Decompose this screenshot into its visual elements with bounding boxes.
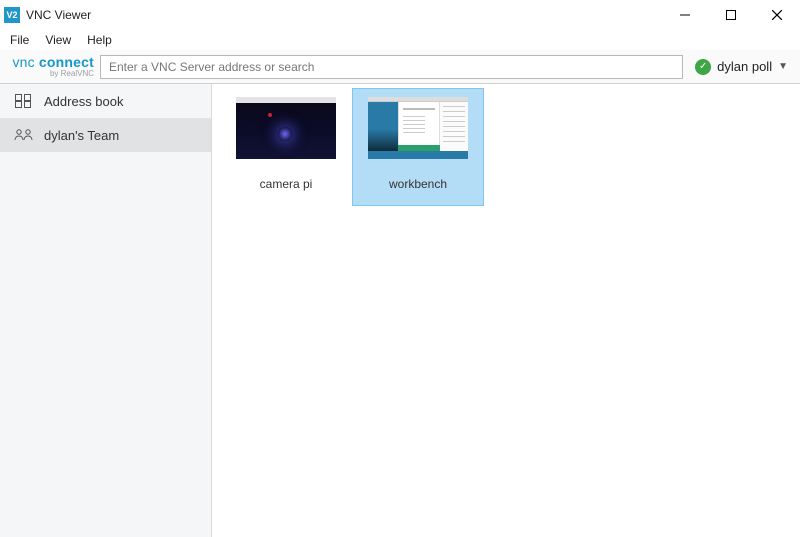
sidebar: Address book dylan's Team — [0, 84, 212, 537]
logo-word: connect — [39, 54, 94, 70]
connection-label: workbench — [389, 177, 447, 191]
sidebar-item-label: dylan's Team — [44, 128, 119, 143]
connection-tile-workbench[interactable]: workbench — [352, 88, 484, 206]
sidebar-item-label: Address book — [44, 94, 124, 109]
chevron-down-icon: ▼ — [778, 61, 788, 72]
maximize-button[interactable] — [708, 0, 754, 30]
brand-logo: vnc connect by RealVNC — [0, 55, 100, 78]
search-input[interactable]: Enter a VNC Server address or search — [100, 55, 683, 79]
user-menu[interactable]: ✓ dylan poll ▼ — [683, 55, 794, 79]
menu-file[interactable]: File — [2, 31, 37, 49]
menu-view[interactable]: View — [37, 31, 79, 49]
search-placeholder: Enter a VNC Server address or search — [109, 60, 314, 74]
titlebar: V2 VNC Viewer — [0, 0, 800, 30]
logo-prefix: vnc — [12, 54, 34, 70]
connection-tile-camera-pi[interactable]: camera pi — [220, 88, 352, 206]
app-icon: V2 — [4, 7, 20, 23]
team-icon — [14, 129, 34, 141]
menubar: File View Help — [0, 30, 800, 50]
close-button[interactable] — [754, 0, 800, 30]
address-book-icon — [14, 94, 34, 108]
connection-label: camera pi — [260, 177, 313, 191]
body: Address book dylan's Team camera pi work… — [0, 84, 800, 537]
toolbar: vnc connect by RealVNC Enter a VNC Serve… — [0, 50, 800, 84]
connection-thumbnail — [368, 97, 468, 159]
user-name-label: dylan poll — [717, 59, 772, 74]
sidebar-item-address-book[interactable]: Address book — [0, 84, 211, 118]
main-panel: camera pi workbench — [212, 84, 800, 537]
window-title: VNC Viewer — [26, 8, 91, 22]
minimize-button[interactable] — [662, 0, 708, 30]
check-circle-icon: ✓ — [695, 59, 711, 75]
logo-byline: by RealVNC — [50, 70, 94, 78]
connection-thumbnail — [236, 97, 336, 159]
sidebar-item-team[interactable]: dylan's Team — [0, 118, 211, 152]
menu-help[interactable]: Help — [79, 31, 120, 49]
